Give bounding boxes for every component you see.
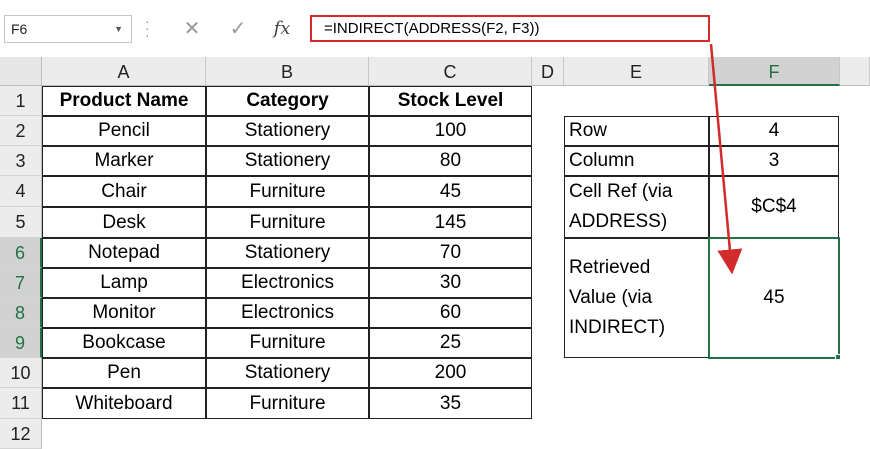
annotation-arrow [709,43,743,275]
